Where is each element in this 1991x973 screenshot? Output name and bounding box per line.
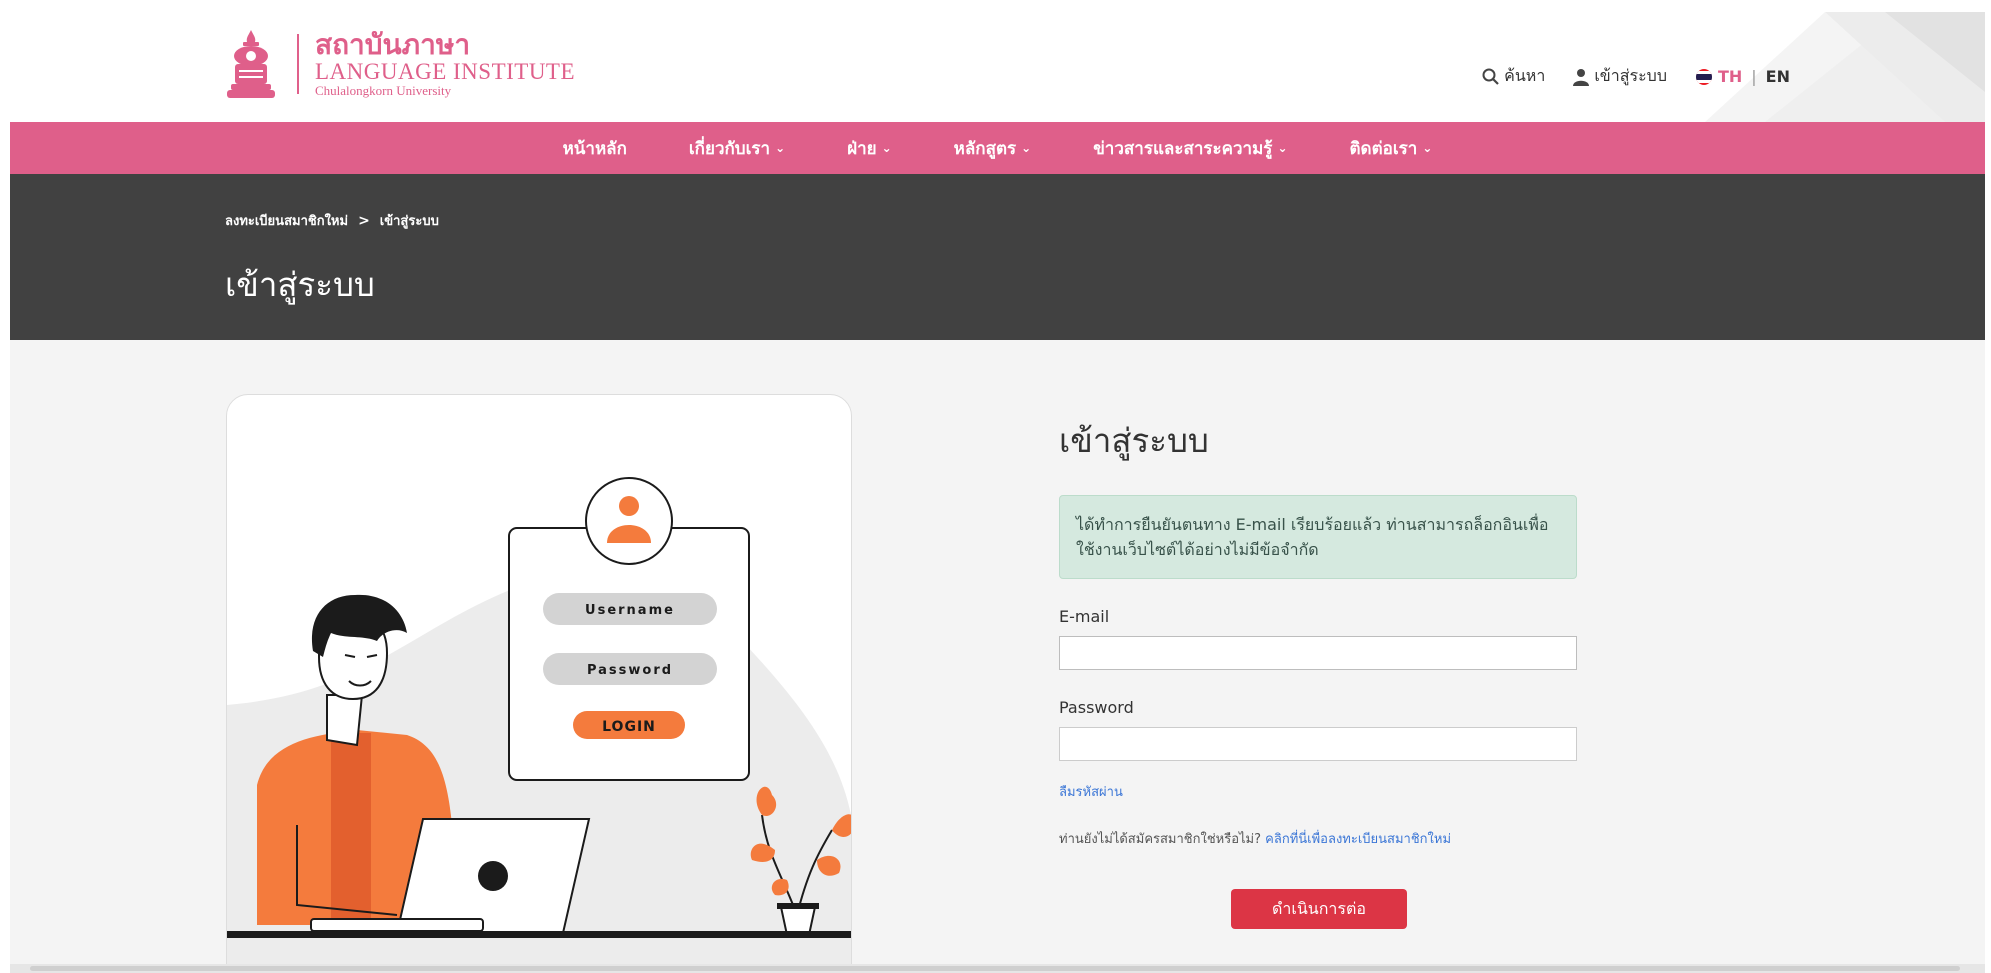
continue-button[interactable]: ดำเนินการต่อ — [1231, 889, 1407, 929]
vertical-scrollbar[interactable] — [1985, 0, 1991, 973]
thai-flag-icon — [1695, 68, 1712, 85]
login-link[interactable]: เข้าสู่ระบบ — [1573, 64, 1667, 89]
nav-item-label: ติดต่อเรา — [1349, 138, 1418, 159]
nav-item-contact[interactable]: ติดต่อเรา ⌄ — [1350, 135, 1433, 162]
login-illustration-card: Username Password LOGIN — [226, 394, 852, 973]
site-header: สถาบันภาษา LANGUAGE INSTITUTE Chulalongk… — [10, 0, 1985, 122]
illustration-username: Username — [585, 603, 675, 618]
form-title: เข้าสู่ระบบ — [1059, 421, 1209, 460]
nav-item-label: เกี่ยวกับเรา — [688, 138, 771, 159]
main-nav: หน้าหลัก เกี่ยวกับเรา ⌄ ฝ่าย ⌄ หลักสูตร ⌄ ข… — [10, 122, 1985, 174]
page: สถาบันภาษา LANGUAGE INSTITUTE Chulalongk… — [10, 0, 1985, 973]
chevron-down-icon: ⌄ — [775, 141, 786, 155]
language-switcher: TH | EN — [1695, 67, 1790, 86]
email-field[interactable] — [1059, 636, 1577, 670]
illustration-login: LOGIN — [602, 719, 656, 735]
breadcrumb-register[interactable]: ลงทะเบียนสมาชิกใหม่ — [225, 210, 348, 231]
site-logo[interactable]: สถาบันภาษา LANGUAGE INSTITUTE Chulalongk… — [225, 26, 575, 102]
crest-icon — [227, 30, 275, 98]
logo-thai-name: สถาบันภาษา — [315, 27, 471, 61]
logo-text: สถาบันภาษา LANGUAGE INSTITUTE Chulalongk… — [315, 27, 576, 99]
search-button[interactable]: ค้นหา — [1482, 64, 1545, 89]
forgot-password-link[interactable]: ลืมรหัสผ่าน — [1059, 781, 1579, 802]
register-link[interactable]: คลิกที่นี่เพื่อลงทะเบียนสมาชิกใหม่ — [1265, 832, 1451, 847]
lang-th-option[interactable]: TH — [1718, 67, 1742, 86]
page-banner: ลงทะเบียนสมาชิกใหม่ > เข้าสู่ระบบ เข้าสู… — [10, 174, 1985, 340]
chevron-down-icon: ⌄ — [1277, 141, 1288, 155]
nav-item-departments[interactable]: ฝ่าย ⌄ — [847, 135, 892, 162]
nav-item-label: ข่าวสารและสาระความรู้ — [1093, 138, 1273, 159]
register-prompt-text: ท่านยังไม่ได้สมัครสมาชิกใช่หรือไม่? — [1059, 832, 1262, 847]
login-label: เข้าสู่ระบบ — [1594, 66, 1667, 85]
horizontal-scrollbar[interactable] — [10, 964, 1985, 973]
password-label: Password — [1059, 698, 1134, 717]
search-icon — [1482, 68, 1499, 85]
chevron-down-icon: ⌄ — [1422, 141, 1433, 155]
register-prompt: ท่านยังไม่ได้สมัครสมาชิกใช่หรือไม่? คลิก… — [1059, 828, 1579, 849]
search-label: ค้นหา — [1504, 66, 1546, 85]
logo-english-name: LANGUAGE INSTITUTE — [315, 58, 576, 84]
breadcrumb-current: เข้าสู่ระบบ — [379, 214, 439, 229]
email-label: E-mail — [1059, 607, 1110, 626]
success-alert: ได้ทำการยืนยันตนทาง E-mail เรียบร้อยแล้ว… — [1059, 495, 1577, 579]
nav-item-news[interactable]: ข่าวสารและสาระความรู้ ⌄ — [1093, 135, 1287, 162]
illustration-password: Password — [587, 663, 673, 678]
logo-university: Chulalongkorn University — [315, 82, 452, 98]
login-illustration: Username Password LOGIN — [227, 477, 851, 973]
chevron-down-icon: ⌄ — [881, 141, 892, 155]
logo-divider — [297, 34, 299, 94]
lang-en-option[interactable]: EN — [1766, 67, 1790, 86]
nav-item-home[interactable]: หน้าหลัก — [563, 135, 627, 162]
breadcrumb-separator: > — [358, 212, 370, 229]
horizontal-scrollbar-thumb[interactable] — [30, 966, 1960, 971]
nav-item-about[interactable]: เกี่ยวกับเรา ⌄ — [689, 135, 785, 162]
nav-item-label: หน้าหลัก — [562, 138, 627, 159]
nav-item-label: ฝ่าย — [847, 138, 877, 159]
breadcrumb: ลงทะเบียนสมาชิกใหม่ > เข้าสู่ระบบ — [225, 210, 439, 231]
nav-item-courses[interactable]: หลักสูตร ⌄ — [954, 135, 1032, 162]
page-title: เข้าสู่ระบบ — [225, 265, 375, 304]
utility-bar: ค้นหา เข้าสู่ระบบ TH | EN — [1454, 64, 1790, 89]
password-field[interactable] — [1059, 727, 1577, 761]
lang-separator: | — [1751, 67, 1757, 86]
user-icon — [1573, 68, 1590, 86]
nav-item-label: หลักสูตร — [953, 138, 1017, 159]
login-form: เข้าสู่ระบบ ได้ทำการยืนยันตนทาง E-mail เ… — [1059, 414, 1579, 929]
chevron-down-icon: ⌄ — [1021, 141, 1032, 155]
